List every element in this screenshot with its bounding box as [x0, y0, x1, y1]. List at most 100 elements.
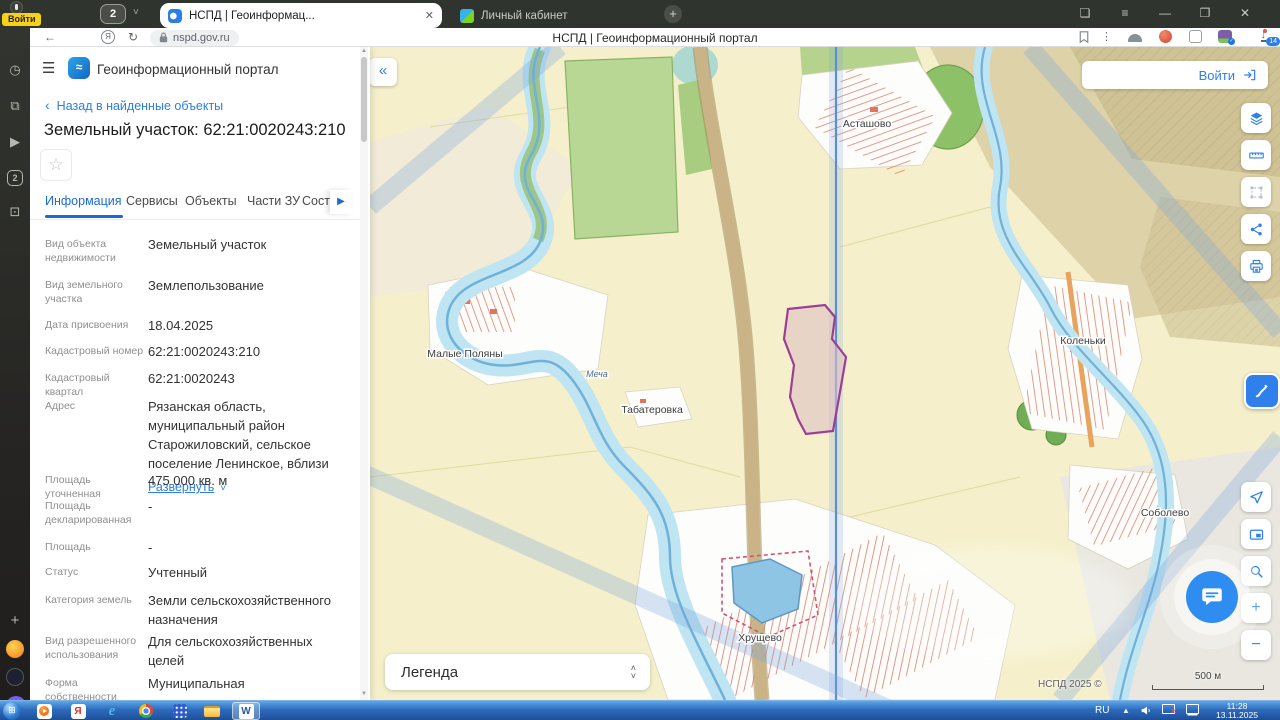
measure-button[interactable]	[1241, 140, 1271, 170]
field-row: Кадастровый квартал 62:21:0020243	[45, 371, 235, 398]
navigation-arrow-icon	[1249, 490, 1263, 503]
map-viewport[interactable]: Асташово Малые Поляны Меча Табатеровка К…	[370, 47, 1280, 700]
history-icon[interactable]: ◷	[0, 62, 30, 78]
add-icon[interactable]: +	[0, 612, 30, 629]
locate-button[interactable]	[1241, 482, 1271, 512]
browser-tabstrip: Войти 2 ˅ НСПД | Геоинформац... ✕ Личный…	[0, 0, 1280, 28]
screen: Асташово Малые Поляны Меча Табатеровка К…	[0, 0, 1280, 720]
browser-tab-account[interactable]: Личный кабинет	[452, 3, 657, 28]
taskbar-browser-icon[interactable]	[32, 702, 56, 720]
panel-collapse-button[interactable]: «	[369, 58, 397, 86]
chat-button[interactable]	[1186, 571, 1238, 623]
draw-tool-button[interactable]	[1244, 373, 1280, 409]
scroll-up-icon[interactable]: ▲	[360, 48, 368, 54]
tray-expand-icon[interactable]: ▲	[1122, 706, 1130, 715]
field-row: Площадь декларированная -	[45, 499, 153, 526]
taskbar-clock[interactable]: 11:28 13.11.2025	[1206, 702, 1268, 720]
legend-label: Легенда	[401, 663, 459, 681]
map-label: Соболево	[1141, 507, 1189, 519]
taskbar-explorer-icon[interactable]	[200, 702, 224, 720]
extension-icon[interactable]	[1128, 34, 1142, 42]
extension-icon[interactable]: ✓	[1218, 30, 1235, 45]
legend-bar[interactable]: Легенда ˄ ˅	[385, 654, 650, 690]
minimize-button[interactable]: —	[1152, 6, 1178, 20]
browser-addressbar: ← Я ↻ nspd.gov.ru НСПД | Геоинформационн…	[30, 28, 1280, 47]
account-favicon	[460, 8, 474, 23]
app-icon[interactable]	[6, 668, 24, 686]
refresh-icon[interactable]: ↻	[128, 30, 138, 44]
tab-services[interactable]: Сервисы	[126, 194, 178, 208]
language-indicator[interactable]: RU	[1095, 705, 1109, 716]
url-text: nspd.gov.ru	[173, 31, 230, 44]
search-area-button[interactable]	[1241, 556, 1271, 586]
object-title: Земельный участок: 62:21:0020243:210	[44, 121, 346, 139]
field-row: Категория земель Земли сельскохозяйственн…	[45, 593, 331, 627]
tab-close-icon[interactable]: ✕	[425, 9, 434, 22]
restore-button[interactable]: ❐	[1192, 6, 1218, 20]
close-button[interactable]: ✕	[1232, 6, 1258, 20]
yandex-home-icon[interactable]: Я	[101, 30, 115, 44]
screenshot-button[interactable]	[1241, 519, 1271, 549]
field-row: Вид земельного участка Землепользование	[45, 278, 264, 305]
map-canvas[interactable]: Асташово Малые Поляны Меча Табатеровка К…	[370, 47, 1280, 700]
windows-taskbar: ⊞ Я e W RU ▲ ✕ 11:28 13.11.2025	[0, 700, 1280, 720]
toolbar-menu-icon[interactable]: ⋮	[1101, 30, 1112, 43]
app-title: Геоинформационный портал	[97, 62, 279, 77]
legend-expand-icon[interactable]: ˄ ˅	[631, 664, 636, 681]
map-label: Асташово	[843, 118, 892, 130]
back-arrow-icon[interactable]: ←	[44, 30, 56, 44]
scrollbar-thumb[interactable]	[361, 57, 367, 142]
extension-icon[interactable]	[1159, 30, 1172, 43]
tab-counter-button[interactable]: 2	[100, 4, 126, 24]
taskbar-chrome-icon[interactable]	[134, 702, 158, 720]
lasso-select-button[interactable]	[1241, 177, 1271, 207]
tab-composition[interactable]: Соста	[302, 194, 332, 208]
start-button[interactable]: ⊞	[3, 702, 21, 720]
tab-information[interactable]: Информация	[45, 194, 122, 208]
nspd-favicon	[168, 8, 182, 23]
taskbar-word-icon[interactable]: W	[232, 702, 260, 720]
side-panel-icon[interactable]: ❏	[1072, 6, 1098, 20]
printer-icon	[1249, 259, 1263, 273]
screencast-icon[interactable]: ⊡	[0, 204, 30, 220]
taskbar-yandex-icon[interactable]: Я	[66, 702, 90, 720]
panel-scrollbar[interactable]: ▲ ▼	[360, 47, 368, 700]
network-icon[interactable]: ✕	[1162, 704, 1177, 716]
yandex-service-icon[interactable]	[6, 640, 24, 658]
field-row: Вид объекта недвижимости Земельный участо…	[45, 237, 267, 264]
tabs-count-icon[interactable]: 2	[7, 170, 23, 186]
tab-objects[interactable]: Объекты	[185, 194, 237, 208]
zoom-in-button[interactable]: +	[1241, 593, 1271, 623]
tab-parts[interactable]: Части ЗУ	[247, 194, 300, 208]
zoom-out-button[interactable]: −	[1241, 630, 1271, 660]
taskbar-ie-icon[interactable]: e	[100, 702, 124, 720]
display-icon[interactable]	[1186, 704, 1199, 714]
share-button[interactable]	[1241, 214, 1271, 244]
voice-login-badge[interactable]: Войти	[2, 13, 42, 26]
tabs-scroll-right-button[interactable]: ▶	[330, 190, 352, 214]
menu-icon[interactable]: ☰	[42, 59, 55, 77]
new-tab-button[interactable]: +	[664, 5, 682, 23]
map-login-button[interactable]: Войти	[1082, 61, 1268, 89]
back-link[interactable]: ‹ Назад в найденные объекты	[45, 97, 223, 113]
browser-tab-nspd[interactable]: НСПД | Геоинформац... ✕	[160, 3, 442, 28]
map-label-river: Меча	[586, 369, 608, 379]
speaker-icon[interactable]	[1140, 704, 1153, 717]
chevron-down-icon[interactable]: ˅	[133, 7, 139, 18]
search-area-icon	[1250, 565, 1263, 578]
field-row: Площадь -	[45, 540, 153, 555]
bookmark-icon[interactable]	[1078, 30, 1090, 49]
active-tab-underline	[45, 215, 123, 218]
layers-button[interactable]	[1241, 103, 1271, 133]
print-button[interactable]	[1241, 251, 1271, 281]
play-icon[interactable]: ▶	[0, 134, 30, 150]
favorite-star-button[interactable]: ☆	[40, 149, 72, 181]
windows-icon[interactable]: ⧉	[0, 98, 30, 114]
clock-date: 13.11.2025	[1216, 710, 1258, 720]
url-field[interactable]: nspd.gov.ru	[150, 29, 239, 46]
extension-icon[interactable]	[1189, 30, 1202, 43]
browser-menu-icon[interactable]: ≡	[1112, 6, 1138, 20]
taskbar-apps-grid-icon[interactable]	[168, 702, 192, 720]
ruler-icon	[1248, 151, 1264, 159]
scroll-down-icon[interactable]: ▼	[360, 691, 368, 697]
